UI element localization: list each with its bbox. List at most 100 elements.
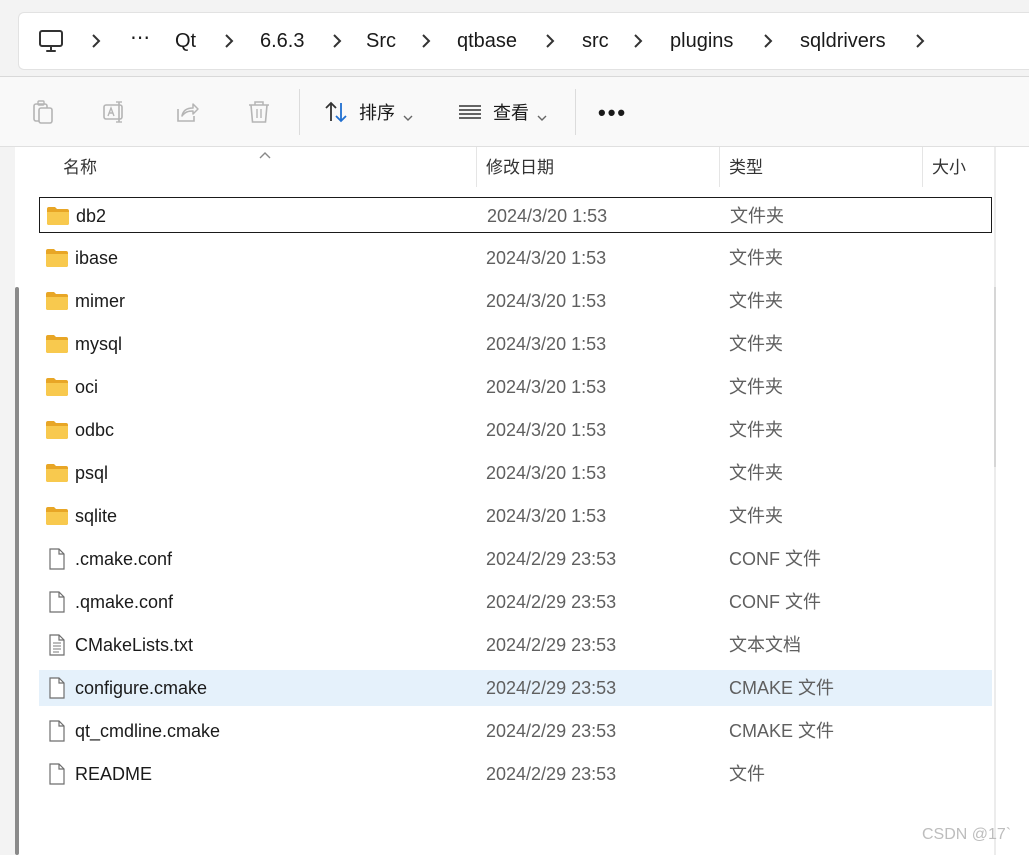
share-icon[interactable] [174, 99, 200, 125]
command-bar: 排序 查看 ••• [0, 77, 1029, 147]
file-type: 文件夹 [729, 377, 783, 397]
computer-icon[interactable] [38, 29, 64, 53]
column-header-date[interactable]: 修改日期 [486, 147, 554, 189]
breadcrumb-item-version[interactable]: 6.6.3 [260, 13, 304, 69]
file-icon [45, 677, 69, 699]
vertical-scrollbar-track[interactable] [994, 147, 996, 855]
column-header-name[interactable]: 名称 [63, 147, 97, 189]
file-type: 文件夹 [729, 420, 783, 440]
table-row[interactable]: .cmake.conf 2024/2/29 23:53 CONF 文件 [39, 541, 992, 577]
file-icon [45, 548, 69, 570]
breadcrumb-item-qt[interactable]: Qt [175, 13, 196, 69]
file-name: psql [75, 463, 109, 483]
chevron-right-icon[interactable] [911, 32, 929, 50]
modified-date: 2024/3/20 1:53 [486, 248, 607, 268]
modified-date: 2024/2/29 23:53 [486, 721, 617, 741]
folder-icon [46, 205, 70, 227]
sort-icon [323, 100, 349, 124]
sort-button[interactable]: 排序 [323, 89, 413, 135]
folder-icon [45, 333, 69, 355]
column-divider[interactable] [719, 147, 720, 187]
table-row[interactable]: CMakeLists.txt 2024/2/29 23:53 文本文档 [39, 627, 992, 663]
column-header-size[interactable]: 大小 [932, 147, 966, 189]
file-name: db2 [76, 206, 107, 226]
file-name: .cmake.conf [75, 549, 173, 569]
chevron-right-icon[interactable] [417, 32, 435, 50]
column-header-type[interactable]: 类型 [729, 147, 763, 189]
table-row[interactable]: mimer 2024/3/20 1:53 文件夹 [39, 283, 992, 319]
watermark: CSDN @17` [922, 826, 1012, 843]
file-name: README [75, 764, 153, 784]
table-row[interactable]: mysql 2024/3/20 1:53 文件夹 [39, 326, 992, 362]
file-type: 文件夹 [729, 334, 783, 354]
table-row[interactable]: db2 2024/3/20 1:53 文件夹 [39, 197, 992, 233]
column-divider[interactable] [476, 147, 477, 187]
more-options-button[interactable]: ••• [598, 93, 627, 133]
copy-icon[interactable] [30, 99, 56, 125]
text-file-icon [45, 634, 69, 656]
file-name: sqlite [75, 506, 118, 526]
modified-date: 2024/2/29 23:53 [486, 764, 617, 784]
chevron-right-icon[interactable] [87, 32, 105, 50]
modified-date: 2024/3/20 1:53 [486, 506, 607, 526]
folder-icon [45, 290, 69, 312]
modified-date: 2024/3/20 1:53 [486, 334, 607, 354]
folder-icon [45, 247, 69, 269]
file-type: 文本文档 [729, 635, 801, 655]
table-row[interactable]: README 2024/2/29 23:53 文件 [39, 756, 992, 792]
breadcrumb-item-qtbase[interactable]: qtbase [457, 13, 517, 69]
sort-label: 排序 [359, 103, 395, 123]
breadcrumb-item-src-lower[interactable]: src [582, 13, 609, 69]
column-divider[interactable] [922, 147, 923, 187]
chevron-right-icon[interactable] [220, 32, 238, 50]
file-list-pane: 名称 修改日期 类型 大小 db2 2024/3/20 1:53 文件夹 ibase 2… [15, 147, 1029, 855]
file-icon [45, 720, 69, 742]
modified-date: 2024/3/20 1:53 [486, 463, 607, 483]
table-row[interactable]: qt_cmdline.cmake 2024/2/29 23:53 CMAKE 文件 [39, 713, 992, 749]
table-row[interactable]: ibase 2024/3/20 1:53 文件夹 [39, 240, 992, 276]
table-row[interactable]: sqlite 2024/3/20 1:53 文件夹 [39, 498, 992, 534]
modified-date: 2024/2/29 23:53 [486, 549, 617, 569]
address-bar[interactable]: ⋯ Qt 6.6.3 Src qtbase src plugins sqldri… [18, 12, 1029, 70]
breadcrumb-item-plugins[interactable]: plugins [670, 13, 733, 69]
modified-date: 2024/2/29 23:53 [486, 635, 617, 655]
file-type: 文件夹 [729, 463, 783, 483]
table-row[interactable]: odbc 2024/3/20 1:53 文件夹 [39, 412, 992, 448]
modified-date: 2024/3/20 1:53 [486, 420, 607, 440]
breadcrumb-item-src[interactable]: Src [366, 13, 396, 69]
file-name: .qmake.conf [75, 592, 174, 612]
file-name: mimer [75, 291, 125, 311]
file-type: 文件夹 [729, 248, 783, 268]
table-row[interactable]: oci 2024/3/20 1:53 文件夹 [39, 369, 992, 405]
chevron-right-icon[interactable] [759, 32, 777, 50]
delete-icon[interactable] [246, 99, 272, 125]
file-type: CONF 文件 [729, 549, 821, 569]
file-name: oci [75, 377, 99, 397]
file-icon [45, 763, 69, 785]
table-row[interactable]: psql 2024/3/20 1:53 文件夹 [39, 455, 992, 491]
rename-icon[interactable] [102, 99, 128, 125]
file-type: CMAKE 文件 [729, 678, 835, 698]
navigation-pane-scrollbar[interactable] [15, 287, 19, 855]
chevron-right-icon[interactable] [328, 32, 346, 50]
breadcrumb-item-sqldrivers[interactable]: sqldrivers [800, 13, 886, 69]
view-list-icon [457, 100, 483, 124]
address-bar-area: ⋯ Qt 6.6.3 Src qtbase src plugins sqldri… [0, 0, 1029, 78]
modified-date: 2024/3/20 1:53 [486, 291, 607, 311]
table-row[interactable]: configure.cmake 2024/2/29 23:53 CMAKE 文件 [39, 670, 992, 706]
vertical-scrollbar-thumb[interactable] [994, 287, 996, 467]
table-row[interactable]: .qmake.conf 2024/2/29 23:53 CONF 文件 [39, 584, 992, 620]
chevron-right-icon[interactable] [541, 32, 559, 50]
file-type: 文件夹 [730, 206, 784, 226]
modified-date: 2024/3/20 1:53 [487, 206, 608, 226]
modified-date: 2024/2/29 23:53 [486, 678, 617, 698]
file-name: mysql [75, 334, 123, 354]
view-button[interactable]: 查看 [457, 89, 547, 135]
file-icon [45, 591, 69, 613]
toolbar-separator [299, 89, 300, 135]
breadcrumb-overflow[interactable]: ⋯ [130, 13, 151, 69]
chevron-right-icon[interactable] [629, 32, 647, 50]
folder-icon [45, 376, 69, 398]
view-label: 查看 [493, 103, 529, 123]
folder-icon [45, 462, 69, 484]
